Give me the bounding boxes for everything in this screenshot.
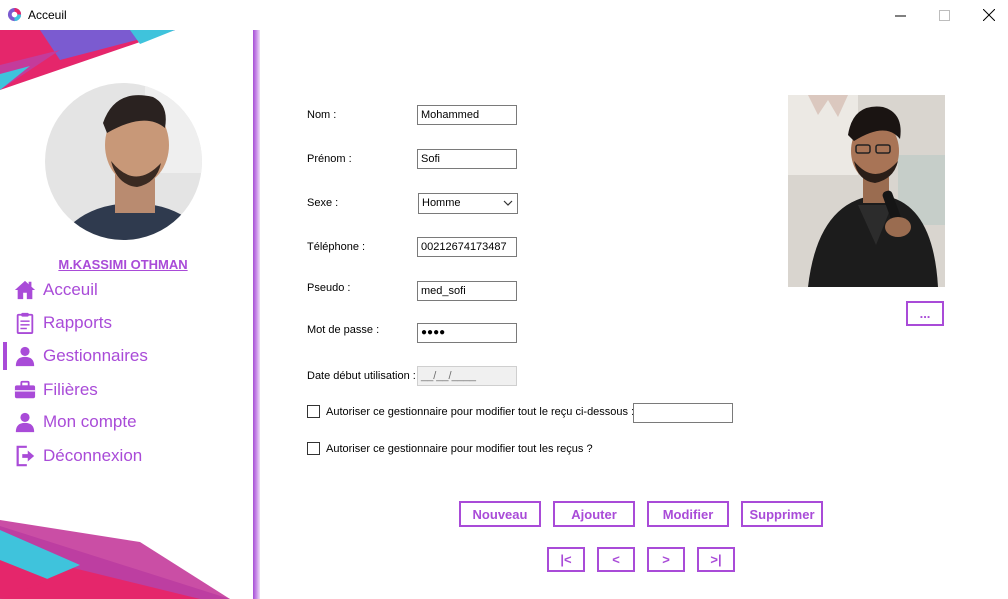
user-avatar <box>45 83 202 240</box>
autoriser-tous-recus-label: Autoriser ce gestionnaire pour modifier … <box>326 443 593 455</box>
minimize-icon <box>894 15 906 16</box>
gestionnaire-photo <box>788 95 945 287</box>
sexe-select-value: Homme <box>422 197 461 209</box>
sidebar-item-rapports[interactable]: Rapports <box>14 309 112 337</box>
next-record-button[interactable]: > <box>647 547 685 572</box>
chevron-down-icon <box>503 200 513 206</box>
nom-label: Nom : <box>307 109 337 121</box>
close-button[interactable] <box>966 0 1008 30</box>
sidebar-bottom-decoration <box>0 520 230 599</box>
date-label: Date début utilisation : <box>307 370 416 382</box>
sidebar-item-label: Filières <box>43 380 98 399</box>
date-field[interactable]: __/__/____ <box>417 366 517 386</box>
sidebar-item-acceuil[interactable]: Acceuil <box>14 276 98 304</box>
pseudo-label: Pseudo : <box>307 282 351 294</box>
previous-record-button[interactable]: < <box>597 547 635 572</box>
telephone-field[interactable]: 00212674173487 <box>417 237 517 257</box>
clipboard-icon <box>16 312 34 334</box>
supprimer-button[interactable]: Supprimer <box>741 501 823 527</box>
user-icon <box>15 412 35 433</box>
ajouter-button[interactable]: Ajouter <box>553 501 635 527</box>
sidebar-item-label: Déconnexion <box>43 446 143 465</box>
telephone-label: Téléphone : <box>307 241 366 253</box>
title-bar: Acceuil <box>0 0 1008 30</box>
recu-number-field[interactable] <box>633 403 733 423</box>
browse-photo-button[interactable]: ... <box>906 301 944 326</box>
first-record-button[interactable]: |< <box>547 547 585 572</box>
password-field[interactable]: ●●●● <box>417 323 517 343</box>
home-icon <box>14 280 36 300</box>
sidebar-item-deconnexion[interactable]: Déconnexion <box>14 442 142 470</box>
active-nav-indicator <box>3 342 7 370</box>
maximize-button[interactable] <box>921 0 967 30</box>
nouveau-button[interactable]: Nouveau <box>459 501 541 527</box>
briefcase-icon <box>14 380 36 399</box>
sidebar-item-mon-compte[interactable]: Mon compte <box>14 408 137 436</box>
user-name-link[interactable]: M.KASSIMI OTHMAN <box>0 257 246 272</box>
prenom-field[interactable]: Sofi <box>417 149 517 169</box>
autoriser-tous-recus-checkbox[interactable] <box>307 442 320 455</box>
pseudo-field[interactable]: med_sofi <box>417 281 517 301</box>
sidebar-item-filieres[interactable]: Filières <box>14 376 98 404</box>
sidebar-item-label: Rapports <box>43 313 112 332</box>
modifier-button[interactable]: Modifier <box>647 501 729 527</box>
app-logo-icon <box>7 7 22 22</box>
prenom-label: Prénom : <box>307 153 352 165</box>
maximize-icon <box>938 9 950 21</box>
password-label: Mot de passe : <box>307 324 380 336</box>
user-icon <box>15 346 35 367</box>
sidebar-item-gestionnaires[interactable]: Gestionnaires <box>14 342 148 370</box>
sidebar-item-label: Acceuil <box>43 280 98 299</box>
sidebar-item-label: Gestionnaires <box>43 346 148 365</box>
sexe-select[interactable]: Homme <box>418 193 518 214</box>
close-icon <box>983 9 995 21</box>
autoriser-recu-checkbox[interactable] <box>307 405 320 418</box>
last-record-button[interactable]: >| <box>697 547 735 572</box>
sidebar-separator <box>253 30 260 599</box>
minimize-button[interactable] <box>877 0 923 30</box>
sidebar: M.KASSIMI OTHMAN Acceuil Rapports Gestio… <box>0 30 253 599</box>
sexe-label: Sexe : <box>307 197 339 209</box>
autoriser-recu-label: Autoriser ce gestionnaire pour modifier … <box>326 406 635 418</box>
window-title: Acceuil <box>28 8 67 22</box>
sidebar-item-label: Mon compte <box>43 412 137 431</box>
nom-field[interactable]: Mohammed <box>417 105 517 125</box>
logout-icon <box>16 445 35 467</box>
